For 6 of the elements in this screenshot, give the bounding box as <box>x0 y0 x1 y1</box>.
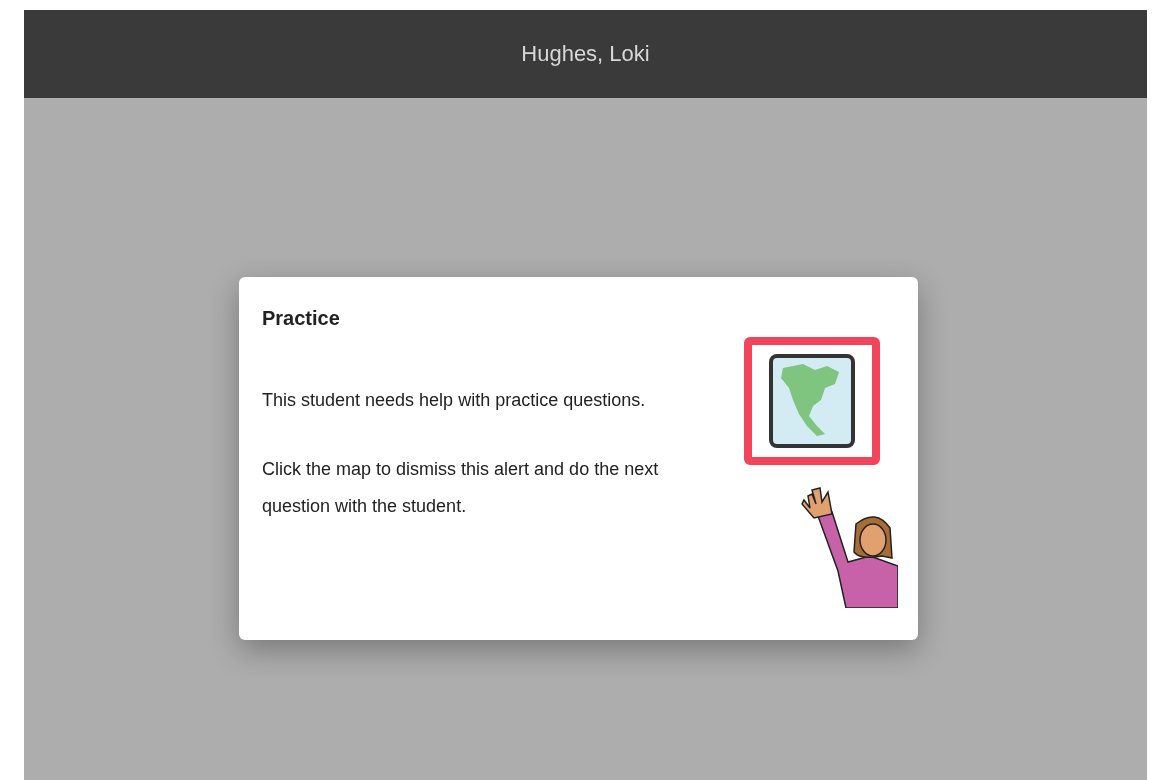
alert-title: Practice <box>262 307 341 330</box>
map-button[interactable] <box>744 337 880 465</box>
alert-message: This student needs help with practice questions. <box>262 389 647 412</box>
student-name: Hughes, Loki <box>521 41 650 67</box>
map-icon <box>769 354 855 448</box>
alert-message: Click the map to dismiss this alert and do the next question with the student. <box>262 458 660 518</box>
